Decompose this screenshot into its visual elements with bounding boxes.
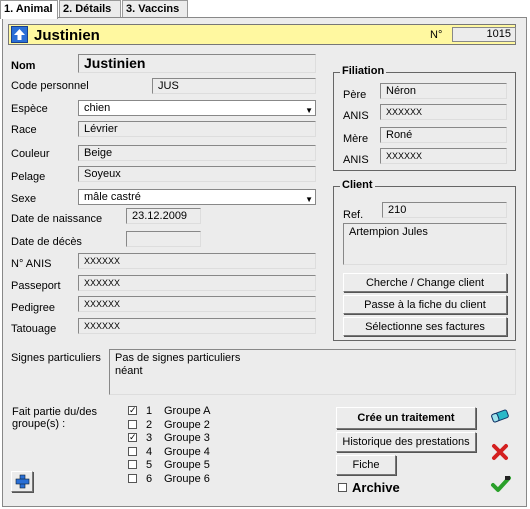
race-field[interactable]: Lévrier <box>78 121 316 137</box>
code-field[interactable]: JUS <box>152 78 316 94</box>
espece-value: chien <box>84 102 111 114</box>
sexe-label: Sexe <box>11 193 37 205</box>
history-button[interactable]: Historique des prestations <box>336 432 476 452</box>
passeport-field[interactable]: XXXXXX <box>78 275 316 291</box>
group-item: 4 Groupe 4 <box>128 446 248 458</box>
passeport-label: Passeport <box>11 280 61 292</box>
client-title: Client <box>340 179 375 191</box>
tatouage-field[interactable]: XXXXXX <box>78 318 316 334</box>
page-title: Justinien <box>34 27 100 44</box>
tab-details[interactable]: 2. Détails <box>59 0 121 17</box>
pere-label: Père <box>343 89 367 101</box>
pedigree-label: Pedigree <box>11 302 56 314</box>
group-number: 5 <box>146 459 153 472</box>
pelage-field[interactable]: Soyeux <box>78 166 316 182</box>
groupes-label-line-1: Fait partie du/des <box>12 406 97 418</box>
mere-label: Mère <box>343 133 369 145</box>
group-item: ✓ 3 Groupe 3 <box>128 432 248 444</box>
espece-select[interactable]: chien ▼ <box>78 100 316 116</box>
mere-field[interactable]: Roné <box>380 127 507 143</box>
chevron-down-icon: ▼ <box>305 106 313 115</box>
nom-field[interactable]: Justinien <box>78 54 316 73</box>
signes-label: Signes particuliers <box>11 352 101 364</box>
tab-bar: 1. Animal 2. Détails 3. Vaccins <box>0 0 530 19</box>
change-client-button[interactable]: Cherche / Change client <box>343 273 507 292</box>
anis-field[interactable]: XXXXXX <box>78 253 316 269</box>
tab-animal[interactable]: 1. Animal <box>0 0 58 19</box>
add-plus-icon[interactable] <box>11 471 33 492</box>
group-item: 5 Groupe 5 <box>128 459 248 471</box>
nom-label: Nom <box>11 60 36 72</box>
deces-field[interactable] <box>126 231 201 247</box>
group-number: 1 <box>146 405 153 417</box>
ref-field[interactable]: 210 <box>382 202 507 218</box>
number-field[interactable]: 1015 <box>452 27 516 42</box>
group-name: Groupe 5 <box>164 459 210 472</box>
anis-label: N° ANIS <box>11 258 52 270</box>
sexe-select[interactable]: mâle castré ▼ <box>78 189 316 205</box>
deces-label: Date de décès <box>11 236 82 248</box>
tab-vaccins[interactable]: 3. Vaccins <box>122 0 188 17</box>
group-checkbox[interactable]: ✓ <box>128 406 137 415</box>
client-name-field[interactable]: Artempion Jules <box>343 223 507 265</box>
archive-label: Archive <box>352 480 400 495</box>
group-name: Groupe 3 <box>164 432 210 445</box>
naissance-field[interactable]: 23.12.2009 <box>126 208 201 224</box>
group-name: Groupe 6 <box>164 473 210 485</box>
group-name: Groupe 2 <box>164 418 210 431</box>
group-checkbox[interactable]: ✓ <box>128 433 137 443</box>
up-arrow-icon[interactable] <box>11 26 28 43</box>
client-factures-button[interactable]: Sélectionne ses factures <box>343 317 507 336</box>
group-item: 6 Groupe 6 <box>128 473 248 485</box>
signes-line-1: Pas de signes particuliers <box>115 352 241 364</box>
pere-field[interactable]: Néron <box>380 83 507 99</box>
pedigree-field[interactable]: XXXXXX <box>78 296 316 312</box>
ref-label: Ref. <box>343 209 364 221</box>
signes-textarea[interactable]: Pas de signes particuliers néant <box>109 349 516 395</box>
delete-x-icon[interactable] <box>490 442 510 462</box>
mere-anis-label: ANIS <box>343 154 369 166</box>
pelage-label: Pelage <box>11 171 46 183</box>
group-name: Groupe 4 <box>164 445 210 458</box>
couleur-label: Couleur <box>11 148 50 160</box>
filiation-title: Filiation <box>340 65 387 77</box>
group-item: ✓ 1 Groupe A <box>128 405 248 417</box>
group-checkbox[interactable] <box>128 419 137 429</box>
signes-line-2: néant <box>115 365 143 377</box>
tatouage-label: Tatouage <box>11 323 57 335</box>
couleur-field[interactable]: Beige <box>78 145 316 161</box>
espece-label: Espèce <box>11 103 48 115</box>
group-number: 4 <box>146 445 153 458</box>
group-number: 6 <box>146 473 153 485</box>
mere-anis-field[interactable]: XXXXXX <box>380 148 507 164</box>
groupes-label-line-2: groupe(s) : <box>12 418 66 430</box>
group-checkbox[interactable] <box>128 460 137 470</box>
group-checkbox[interactable] <box>128 474 137 483</box>
chevron-down-icon: ▼ <box>305 195 313 204</box>
pere-anis-label: ANIS <box>343 110 369 122</box>
group-number: 2 <box>146 418 153 431</box>
code-label: Code personnel <box>11 80 89 92</box>
pere-anis-field[interactable]: XXXXXX <box>380 104 507 120</box>
checkmark-icon[interactable] <box>490 474 512 494</box>
group-item: 2 Groupe 2 <box>128 419 248 431</box>
client-fiche-button[interactable]: Passe à la fiche du client <box>343 295 507 314</box>
naissance-label: Date de naissance <box>11 213 103 225</box>
sexe-value: mâle castré <box>84 191 141 203</box>
group-name: Groupe A <box>164 405 211 417</box>
fiche-button[interactable]: Fiche <box>336 455 396 475</box>
create-treatment-button[interactable]: Crée un traitement <box>336 407 476 429</box>
eraser-icon[interactable] <box>489 406 511 426</box>
group-number: 3 <box>146 432 153 445</box>
race-label: Race <box>11 124 37 136</box>
archive-checkbox[interactable] <box>338 483 347 492</box>
number-label: N° <box>430 29 443 41</box>
group-checkbox[interactable] <box>128 446 137 456</box>
